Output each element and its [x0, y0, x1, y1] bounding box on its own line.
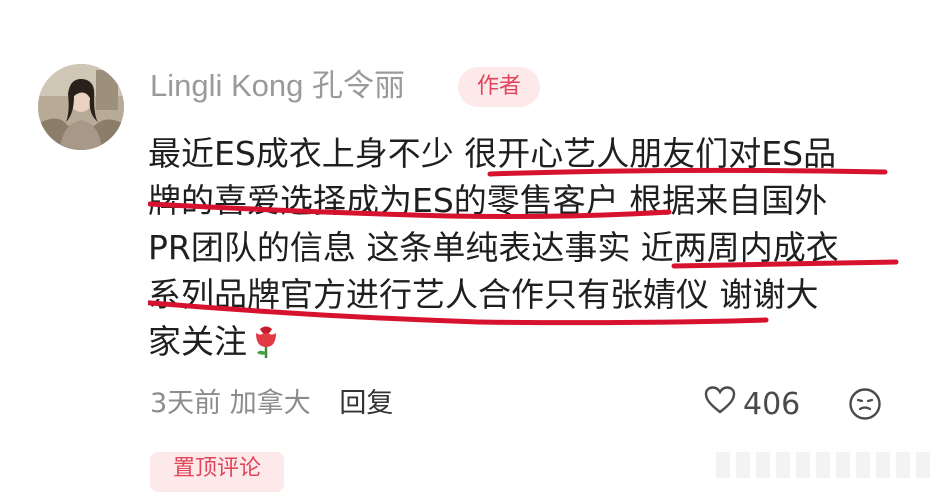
comment-line-4: 系列品牌官方进行艺人合作只有张婧仪 谢谢大	[148, 275, 819, 314]
author-badge: 作者	[458, 67, 540, 107]
like-button[interactable]: 406	[703, 384, 800, 424]
comment-location: 加拿大	[229, 388, 311, 419]
pinned-comment-badge: 置顶评论	[150, 452, 284, 492]
comment-line-5-text: 家关注	[148, 322, 247, 361]
comment-meta: 3天前 加拿大 回复	[150, 384, 393, 424]
comment-line-2: 牌的喜爱选择成为ES的零售客户 根据来自国外	[148, 181, 828, 220]
avatar[interactable]	[38, 64, 124, 150]
comment-line-3: PR团队的信息 这条单纯表达事实 近两周内成衣	[148, 228, 839, 267]
rose-icon	[253, 324, 279, 371]
comment-line-5: 家关注	[148, 318, 918, 365]
like-count: 406	[743, 386, 801, 422]
comment-time: 3天前	[150, 388, 222, 419]
comment-text: 最近ES成衣上身不少 很开心艺人朋友们对ES品 牌的喜爱选择成为ES的零售客户 …	[148, 130, 918, 365]
comment-line-1: 最近ES成衣上身不少 很开心艺人朋友们对ES品	[148, 134, 837, 173]
reply-button[interactable]: 回复	[339, 388, 393, 419]
watermark	[716, 452, 936, 478]
heart-icon	[703, 385, 737, 423]
emoji-reaction-icon[interactable]	[848, 387, 882, 425]
author-name[interactable]: Lingli Kong 孔令丽	[150, 66, 405, 106]
